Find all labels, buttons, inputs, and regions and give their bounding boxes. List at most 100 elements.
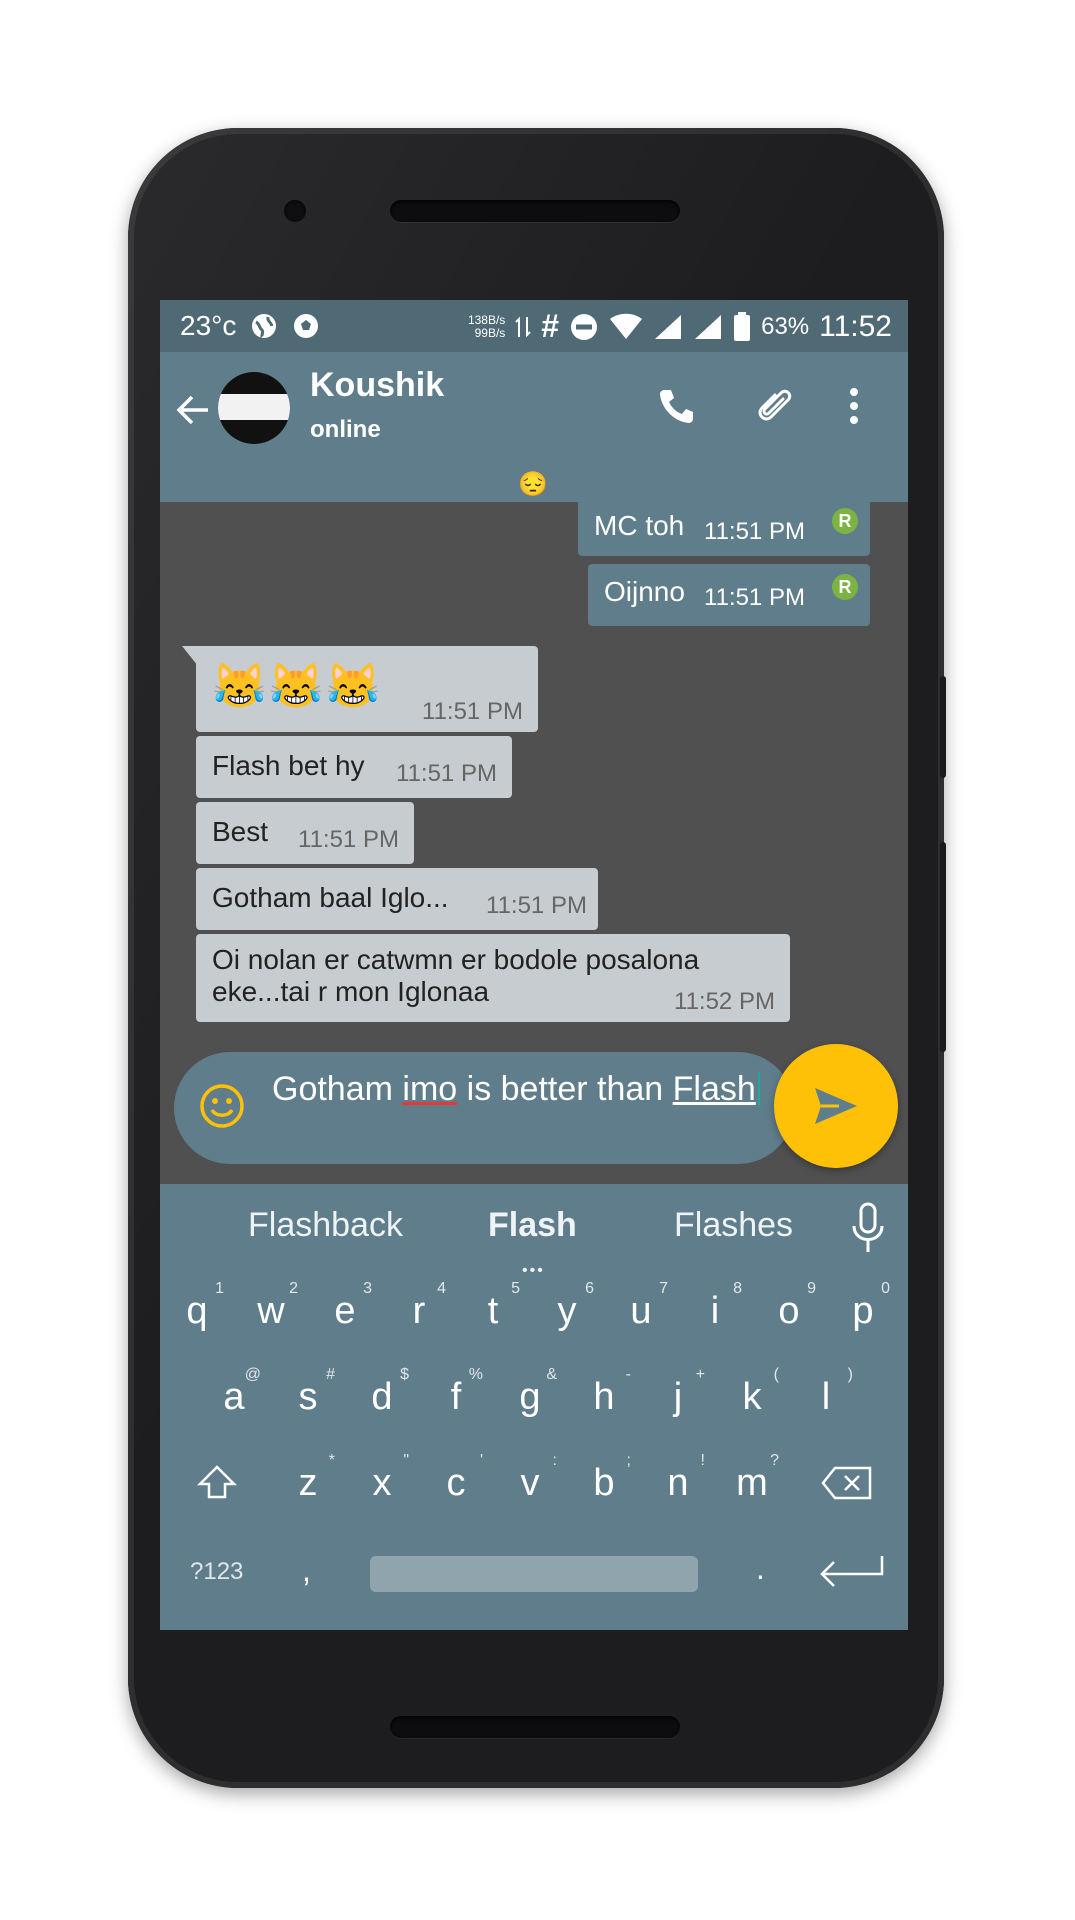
shift-key[interactable]: [180, 1464, 254, 1510]
paperclip-icon: [758, 389, 792, 421]
contact-name[interactable]: Koushik: [310, 366, 444, 405]
emoji-icon[interactable]: [198, 1082, 246, 1130]
message-text: Gotham baal Iglo...: [212, 882, 449, 913]
message-bubble-incoming[interactable]: Gotham baal Iglo... 11:51 PM: [196, 868, 598, 930]
message-bubble-incoming[interactable]: Oi nolan er catwmn er bodole posalona ek…: [196, 934, 790, 1022]
more-vertical-icon: [850, 388, 858, 424]
more-suggestions-dots[interactable]: •••: [522, 1262, 545, 1280]
key-v[interactable]: v:: [493, 1452, 567, 1505]
wifi-icon: [610, 313, 643, 339]
battery-percent: 63%: [761, 312, 810, 340]
microphone-icon[interactable]: [850, 1202, 886, 1254]
key-u[interactable]: u7: [604, 1280, 678, 1333]
message-bubble-incoming[interactable]: 😹😹😹 11:51 PM: [196, 646, 538, 732]
data-transfer-icon: [515, 316, 532, 337]
signal-icon-2: [695, 314, 722, 339]
key-e[interactable]: e3: [308, 1280, 382, 1333]
backspace-key[interactable]: [810, 1466, 884, 1510]
avatar[interactable]: [218, 372, 290, 444]
network-speed: 138B/s 99B/s: [467, 312, 506, 340]
message-time: 11:51 PM: [396, 760, 497, 787]
key-m[interactable]: m?: [715, 1452, 789, 1505]
message-time: 11:52 PM: [674, 988, 775, 1015]
key-j[interactable]: j +: [641, 1366, 715, 1419]
message-time: 11:51 PM: [486, 892, 587, 919]
key-q[interactable]: q1: [160, 1280, 234, 1333]
message-time: 11:51 PM: [422, 698, 523, 725]
bottom-speaker: [390, 1716, 680, 1738]
message-bubble-outgoing[interactable]: MC toh 11:51 PM R: [578, 502, 870, 556]
key-g[interactable]: g &: [493, 1366, 567, 1419]
back-arrow-icon[interactable]: [174, 392, 210, 428]
send-icon: [815, 1088, 857, 1124]
message-text: Oijnno: [604, 576, 685, 607]
key-t[interactable]: t5: [456, 1280, 530, 1333]
message-time: 11:51 PM: [704, 584, 805, 611]
key-d[interactable]: d $: [345, 1366, 419, 1419]
key-k[interactable]: k(: [715, 1366, 789, 1419]
composing-word: Flash: [672, 1070, 756, 1108]
key-i[interactable]: i8: [678, 1280, 752, 1333]
status-bar: 23°c 138B/s 99B/s # 63% 11:52: [160, 300, 908, 352]
attach-button[interactable]: [750, 382, 798, 430]
key-c[interactable]: c ': [419, 1452, 493, 1505]
pinned-strip: 😔: [160, 468, 908, 502]
key-w[interactable]: w2: [234, 1280, 308, 1333]
more-options-button[interactable]: [830, 382, 878, 430]
period-key[interactable]: .: [756, 1550, 765, 1587]
space-bar[interactable]: [370, 1556, 698, 1592]
front-camera: [284, 200, 306, 222]
keyboard: Flashback Flash ••• Flashes q1 w2 e3 r4 …: [160, 1184, 908, 1630]
comma-key[interactable]: ,: [302, 1552, 311, 1589]
key-y[interactable]: y6: [530, 1280, 604, 1333]
text-caret: [757, 1072, 760, 1106]
message-text: Flash bet hy: [212, 750, 365, 781]
call-button[interactable]: [652, 382, 700, 430]
message-text: Best: [212, 816, 269, 847]
suggestion-3[interactable]: Flashes: [674, 1206, 793, 1245]
soccer-ball-icon: [294, 314, 319, 338]
message-bubble-incoming[interactable]: Best 11:51 PM: [196, 802, 414, 864]
pinned-emoji: 😔: [518, 471, 548, 498]
message-text: Oi nolan er catwmn er bodole posalona ek…: [212, 944, 700, 1007]
key-a[interactable]: a @: [197, 1366, 271, 1419]
key-h[interactable]: h-: [567, 1366, 641, 1419]
hash-icon: #: [541, 308, 560, 344]
key-s[interactable]: s #: [271, 1366, 345, 1419]
message-bubble-incoming[interactable]: Flash bet hy 11:51 PM: [196, 736, 512, 798]
read-badge: R: [832, 574, 858, 600]
key-f[interactable]: f%: [419, 1366, 493, 1419]
symbols-key[interactable]: ?123: [190, 1558, 243, 1586]
message-bubble-outgoing[interactable]: Oijnno 11:51 PM R: [588, 564, 870, 626]
message-time: 11:51 PM: [704, 518, 805, 545]
message-input[interactable]: Gotham imo is better than Flash: [272, 1068, 772, 1110]
message-emoji-text: 😹😹😹: [212, 662, 383, 711]
contact-status: online: [310, 416, 381, 443]
key-x[interactable]: x ": [345, 1452, 419, 1505]
key-o[interactable]: o9: [752, 1280, 826, 1333]
clock: 11:52: [819, 309, 892, 343]
screen: 23°c 138B/s 99B/s # 63% 11:52 Koushik on…: [160, 300, 908, 1630]
read-badge: R: [832, 508, 858, 534]
top-speaker: [390, 200, 680, 222]
battery-icon: [734, 311, 751, 341]
signal-icon-1: [655, 314, 682, 339]
misspelled-word: imo: [402, 1070, 458, 1108]
chat-header: Koushik online: [160, 352, 908, 468]
suggestion-1[interactable]: Flashback: [248, 1206, 403, 1245]
key-r[interactable]: r4: [382, 1280, 456, 1333]
key-p[interactable]: p0: [826, 1280, 900, 1333]
globe-icon: [252, 314, 277, 339]
do-not-disturb-icon: [571, 313, 598, 340]
message-text: MC toh: [594, 510, 685, 541]
phone-icon: [660, 390, 693, 423]
key-z[interactable]: z *: [271, 1452, 345, 1505]
temperature-text: 23°c: [180, 310, 237, 341]
volume-button: [940, 842, 946, 1052]
send-button[interactable]: [774, 1044, 898, 1168]
key-n[interactable]: n!: [641, 1452, 715, 1505]
key-b[interactable]: b;: [567, 1452, 641, 1505]
enter-icon[interactable]: [816, 1552, 886, 1592]
key-l[interactable]: l): [789, 1366, 863, 1419]
suggestion-2[interactable]: Flash: [488, 1206, 577, 1245]
